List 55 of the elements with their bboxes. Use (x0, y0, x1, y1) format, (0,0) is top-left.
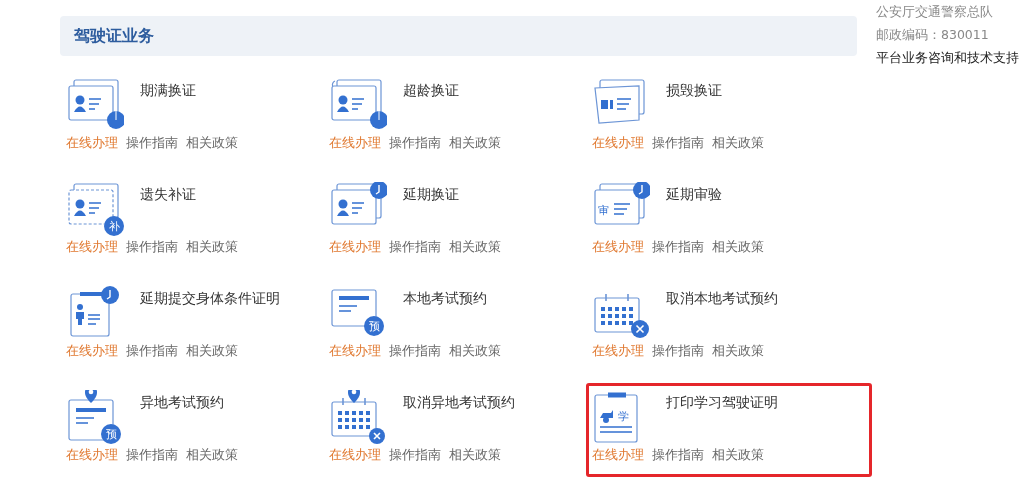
service-icon (66, 78, 124, 132)
policy-link[interactable]: 相关政策 (186, 342, 238, 361)
policy-link[interactable]: 相关政策 (712, 134, 764, 153)
online-link[interactable]: 在线办理 (329, 238, 381, 257)
service-title: 损毁换证 (666, 81, 723, 100)
service-icon (329, 78, 387, 132)
policy-link[interactable]: 相关政策 (449, 446, 501, 465)
guide-link[interactable]: 操作指南 (652, 238, 704, 257)
guide-link[interactable]: 操作指南 (389, 238, 441, 257)
service-title: 打印学习驾驶证明 (666, 393, 779, 412)
service-title: 延期审验 (666, 185, 723, 204)
service-title: 延期换证 (403, 185, 460, 204)
guide-link[interactable]: 操作指南 (652, 134, 704, 153)
guide-link[interactable]: 操作指南 (126, 238, 178, 257)
service-title: 超龄换证 (403, 81, 460, 100)
online-link[interactable]: 在线办理 (66, 238, 118, 257)
guide-link[interactable]: 操作指南 (126, 446, 178, 465)
policy-link[interactable]: 相关政策 (712, 342, 764, 361)
policy-link[interactable]: 相关政策 (712, 446, 764, 465)
online-link[interactable]: 在线办理 (66, 134, 118, 153)
guide-link[interactable]: 操作指南 (389, 446, 441, 465)
guide-link[interactable]: 操作指南 (389, 342, 441, 361)
online-link[interactable]: 在线办理 (592, 342, 644, 361)
service-title: 延期提交身体条件证明 (140, 289, 280, 308)
policy-link[interactable]: 相关政策 (186, 446, 238, 465)
guide-link[interactable]: 操作指南 (126, 342, 178, 361)
guide-link[interactable]: 操作指南 (652, 446, 704, 465)
online-link[interactable]: 在线办理 (592, 446, 644, 465)
contact-text: 公安厅交通警察总队 (876, 3, 994, 21)
online-link[interactable]: 在线办理 (66, 446, 118, 465)
guide-link[interactable]: 操作指南 (389, 134, 441, 153)
online-link[interactable]: 在线办理 (329, 342, 381, 361)
contact-text: 平台业务咨询和技术支持 (876, 49, 1019, 67)
service-title: 取消异地考试预约 (403, 393, 516, 412)
policy-link[interactable]: 相关政策 (449, 134, 501, 153)
contact-text: 邮政编码：830011 (876, 26, 990, 44)
service-icon (329, 390, 387, 444)
online-link[interactable]: 在线办理 (329, 134, 381, 153)
online-link[interactable]: 在线办理 (592, 238, 644, 257)
service-title: 取消本地考试预约 (666, 289, 779, 308)
section-title: 驾驶证业务 (74, 25, 154, 47)
online-link[interactable]: 在线办理 (329, 446, 381, 465)
guide-link[interactable]: 操作指南 (652, 342, 704, 361)
policy-link[interactable]: 相关政策 (449, 238, 501, 257)
online-link[interactable]: 在线办理 (66, 342, 118, 361)
guide-link[interactable]: 操作指南 (126, 134, 178, 153)
online-link[interactable]: 在线办理 (592, 134, 644, 153)
policy-link[interactable]: 相关政策 (712, 238, 764, 257)
policy-link[interactable]: 相关政策 (186, 238, 238, 257)
policy-link[interactable]: 相关政策 (186, 134, 238, 153)
policy-link[interactable]: 相关政策 (449, 342, 501, 361)
service-title: 本地考试预约 (403, 289, 488, 308)
service-title: 遗失补证 (140, 185, 197, 204)
service-title: 期满换证 (140, 81, 197, 100)
service-title: 异地考试预约 (140, 393, 225, 412)
